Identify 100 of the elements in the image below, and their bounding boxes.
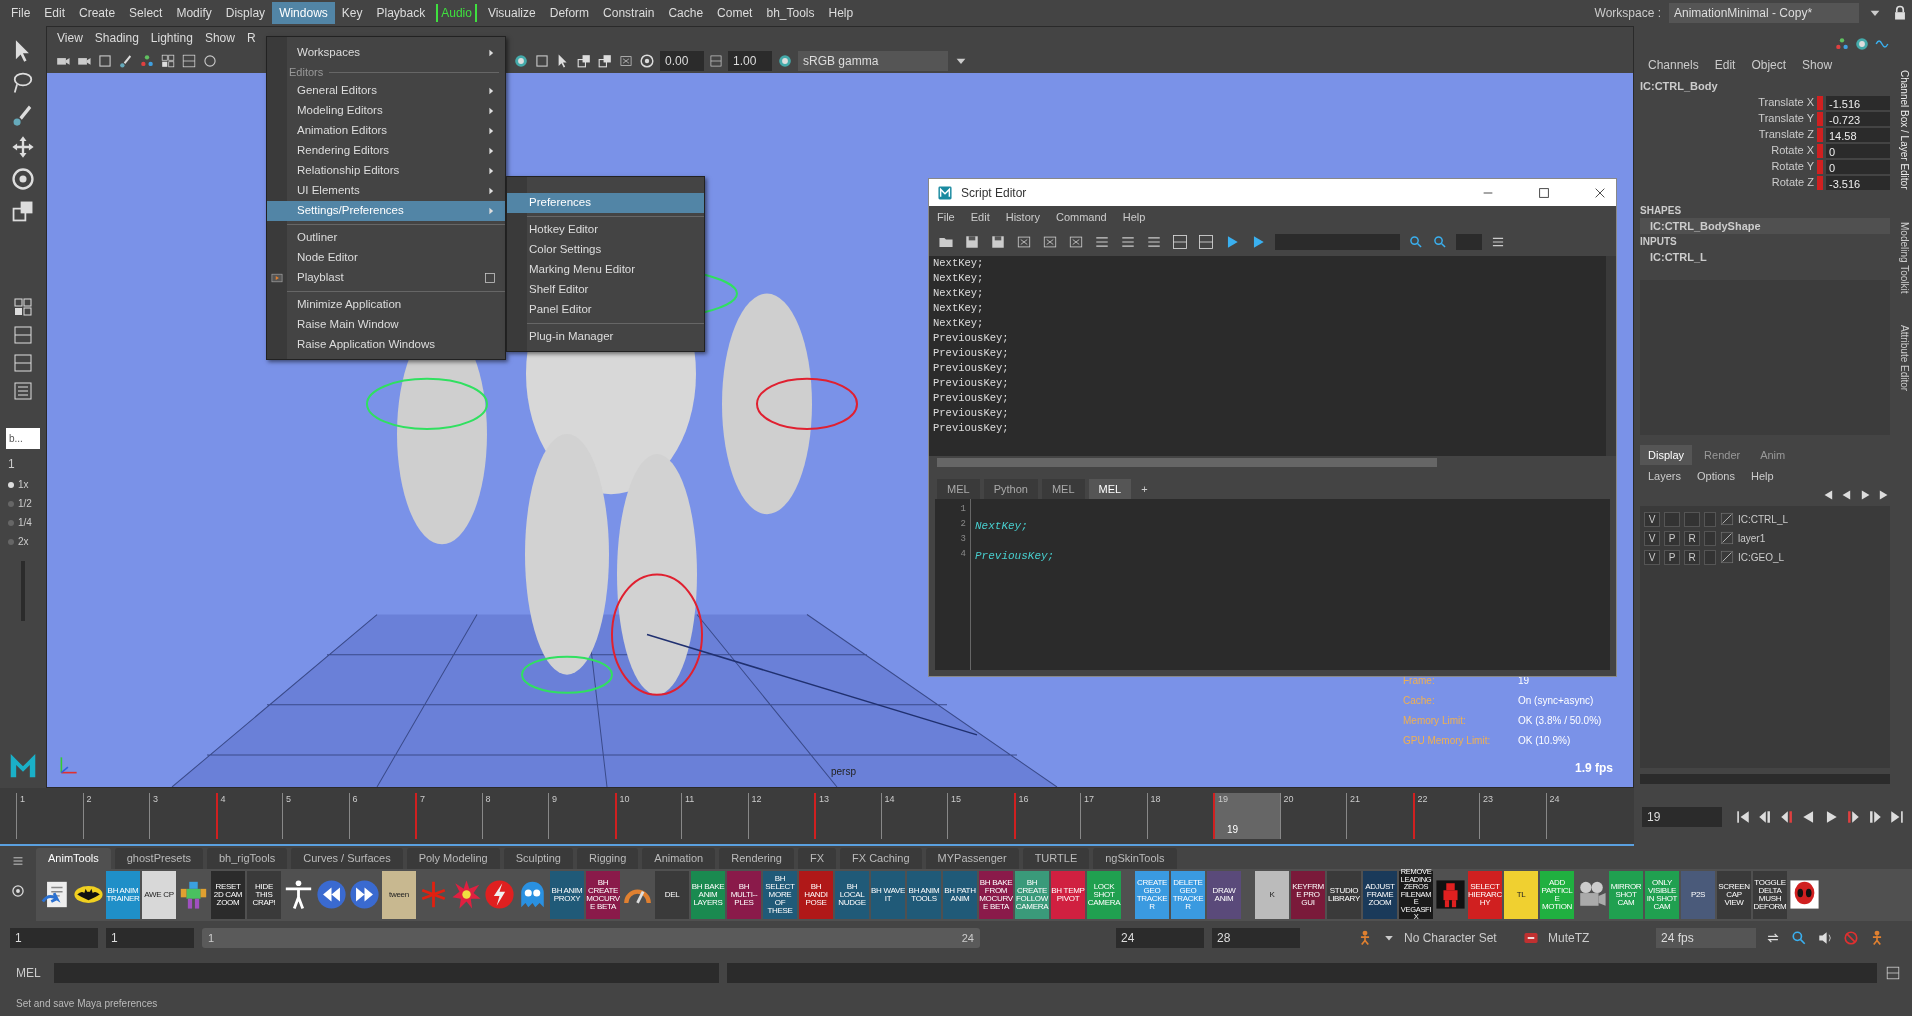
shelf-tab[interactable]: Poly Modeling bbox=[406, 848, 500, 869]
shelf-tab[interactable]: Animation bbox=[642, 848, 716, 869]
menu-item[interactable]: UI Elements bbox=[267, 181, 505, 201]
tab[interactable]: MEL bbox=[1088, 478, 1132, 499]
shelf-button[interactable]: BH ANIM PROXY bbox=[550, 870, 584, 919]
shelf-tab[interactable]: FX bbox=[798, 848, 837, 869]
shelf-button[interactable]: BH BAKE FROM MOCURVE BETA bbox=[979, 870, 1013, 919]
shelf-tab[interactable]: MYPassenger bbox=[925, 848, 1019, 869]
layer-name[interactable]: IC:CTRL_L bbox=[1738, 511, 1788, 527]
menu-item[interactable]: Raise Main Window bbox=[267, 315, 505, 335]
menu-item[interactable]: Help bbox=[821, 2, 861, 24]
panel-menu[interactable]: Lighting bbox=[150, 29, 193, 47]
menu-item[interactable]: Visualize bbox=[480, 2, 543, 24]
shelf-button[interactable]: BH ANIM TRAINER bbox=[106, 870, 140, 919]
layer-toggle[interactable]: V bbox=[1644, 530, 1660, 546]
channel-value[interactable]: -1.516 bbox=[1826, 95, 1890, 110]
channel-value[interactable]: -3.516 bbox=[1826, 175, 1890, 190]
shelf-button[interactable]: STUDIO LIBRARY bbox=[1327, 870, 1361, 919]
panel-menu[interactable]: Channels bbox=[1648, 56, 1699, 74]
shelf-tab[interactable]: Rendering bbox=[719, 848, 794, 869]
menu-item[interactable]: Audio bbox=[436, 4, 477, 22]
channel-value[interactable]: 0 bbox=[1826, 143, 1890, 158]
menu-item[interactable]: Select bbox=[122, 2, 170, 24]
menu-item[interactable]: Key bbox=[334, 2, 370, 24]
shelf-button[interactable]: BH SELECT MORE OF THESE bbox=[763, 870, 797, 919]
menu-item[interactable]: File bbox=[937, 208, 955, 226]
menu-item[interactable]: Minimize Application bbox=[267, 295, 505, 315]
shelf-tab[interactable]: Curves / Surfaces bbox=[291, 848, 403, 869]
workspace-dropdown[interactable]: AnimationMinimal - Copy* bbox=[1669, 3, 1859, 23]
panel-menu[interactable]: Help bbox=[1750, 468, 1774, 485]
layer-name[interactable]: IC:GEO_L bbox=[1738, 549, 1785, 565]
menu-item[interactable]: Outliner bbox=[267, 228, 505, 248]
color-space-dropdown[interactable]: sRGB gamma bbox=[798, 51, 948, 71]
menu-item[interactable]: Playback bbox=[369, 2, 433, 24]
shelf-button[interactable]: tween bbox=[382, 870, 416, 919]
side-tab[interactable]: Modeling Toolkit bbox=[1896, 217, 1912, 298]
menu-item[interactable]: Color Settings bbox=[507, 240, 704, 260]
layer-toggle[interactable]: V bbox=[1644, 511, 1660, 527]
menu-item[interactable]: Marking Menu Editor bbox=[507, 260, 704, 280]
menu-item[interactable]: Cache bbox=[661, 2, 711, 24]
shelf-button[interactable]: ADJUST FRAME ZOOM bbox=[1363, 870, 1397, 919]
shelf-button[interactable]: TL bbox=[1504, 870, 1538, 919]
shelf-button[interactable]: TOGGLE DELTA MUSH DEFORM bbox=[1753, 870, 1787, 919]
menu-item[interactable]: Modify bbox=[169, 2, 219, 24]
shelf-button[interactable]: BH PATH ANIM bbox=[943, 870, 977, 919]
panel-menu[interactable]: Shading bbox=[94, 29, 139, 47]
menu-item[interactable]: Create bbox=[72, 2, 123, 24]
playback-end-field[interactable]: 24 bbox=[1116, 928, 1204, 948]
menu-item[interactable]: Playblast bbox=[267, 268, 505, 288]
menu-item[interactable]: Panel Editor bbox=[507, 300, 704, 320]
menu-item[interactable]: Constrain bbox=[596, 2, 662, 24]
layout-field[interactable]: b... bbox=[6, 428, 40, 449]
panel-menu[interactable]: Show bbox=[204, 29, 235, 47]
shelf-button[interactable]: BH HANDI POSE bbox=[799, 870, 833, 919]
layer-name[interactable]: layer1 bbox=[1738, 530, 1766, 546]
shelf-button[interactable]: HIDE THIS CRAP! bbox=[247, 870, 281, 919]
panel-menu[interactable]: Object bbox=[1751, 56, 1787, 74]
shelf-button[interactable]: BH ANIM TOOLS bbox=[907, 870, 941, 919]
panel-menu[interactable]: Edit bbox=[1714, 56, 1736, 74]
shelf-button[interactable]: SCREEN CAP VIEW bbox=[1717, 870, 1751, 919]
shelf-tab[interactable]: TURTLE bbox=[1022, 848, 1090, 869]
shelf-button[interactable]: AWE CP bbox=[142, 870, 176, 919]
gamma-field[interactable]: 1.00 bbox=[728, 51, 772, 71]
tab[interactable]: MEL bbox=[1041, 478, 1085, 499]
character-set-dropdown[interactable]: No Character Set bbox=[1404, 929, 1514, 947]
start-frame-field[interactable]: 1 bbox=[10, 928, 98, 948]
menu-item[interactable]: Raise Application Windows bbox=[267, 335, 505, 355]
shelf-tab[interactable]: Sculpting bbox=[503, 848, 573, 869]
shelf-button[interactable]: DRAW ANIM bbox=[1207, 870, 1241, 919]
tab[interactable]: Display bbox=[1640, 444, 1693, 465]
channel-value[interactable]: -0.723 bbox=[1826, 111, 1890, 126]
menu-item[interactable]: Relationship Editors bbox=[267, 161, 505, 181]
shelf-tab[interactable]: Rigging bbox=[577, 848, 639, 869]
shelf-button[interactable]: BH TEMP PIVOT bbox=[1051, 870, 1085, 919]
layer-toggle[interactable]: P bbox=[1664, 530, 1680, 546]
frame-field[interactable]: 19 bbox=[1642, 807, 1722, 827]
playback-start-field[interactable]: 1 bbox=[106, 928, 194, 948]
shelf-button[interactable]: DEL bbox=[655, 870, 689, 919]
shelf-tab[interactable]: AnimTools bbox=[36, 848, 111, 869]
shelf-button[interactable]: RESET 2D CAM ZOOM bbox=[211, 870, 245, 919]
timeline[interactable]: 1 2 3 4 5 6 7 8 9 10 11 12 13 14 15 16 17 18 19 19 20 21 22 23 24 bbox=[0, 788, 1634, 846]
tab[interactable]: MEL bbox=[937, 478, 980, 499]
menu-item[interactable]: Animation Editors bbox=[267, 121, 505, 141]
shelf-button[interactable]: P2S bbox=[1681, 870, 1715, 919]
end-frame-field[interactable]: 28 bbox=[1212, 928, 1300, 948]
panel-menu[interactable]: R bbox=[246, 29, 256, 47]
menu-item[interactable]: Windows bbox=[272, 2, 335, 24]
layer-toggle[interactable]: R bbox=[1684, 530, 1700, 546]
channel-value[interactable]: 0 bbox=[1826, 159, 1890, 174]
menu-item[interactable]: File bbox=[4, 2, 38, 24]
shelf-button[interactable]: KEYFRME PRO GUI bbox=[1291, 870, 1325, 919]
menu-item[interactable]: Display bbox=[218, 2, 273, 24]
layer-toggle[interactable]: R bbox=[1684, 549, 1700, 565]
menu-item[interactable]: Deform bbox=[542, 2, 597, 24]
shelf-tab[interactable]: ngSkinTools bbox=[1093, 848, 1177, 869]
shelf-button[interactable]: BH WAVE IT bbox=[871, 870, 905, 919]
shelf-button[interactable]: SELECT HIERARCHY bbox=[1468, 870, 1502, 919]
shelf-button[interactable]: BH LOCAL NUDGE bbox=[835, 870, 869, 919]
shelf-button[interactable]: BH MULTI--PLES bbox=[727, 870, 761, 919]
exposure-field[interactable]: 0.00 bbox=[660, 51, 704, 71]
